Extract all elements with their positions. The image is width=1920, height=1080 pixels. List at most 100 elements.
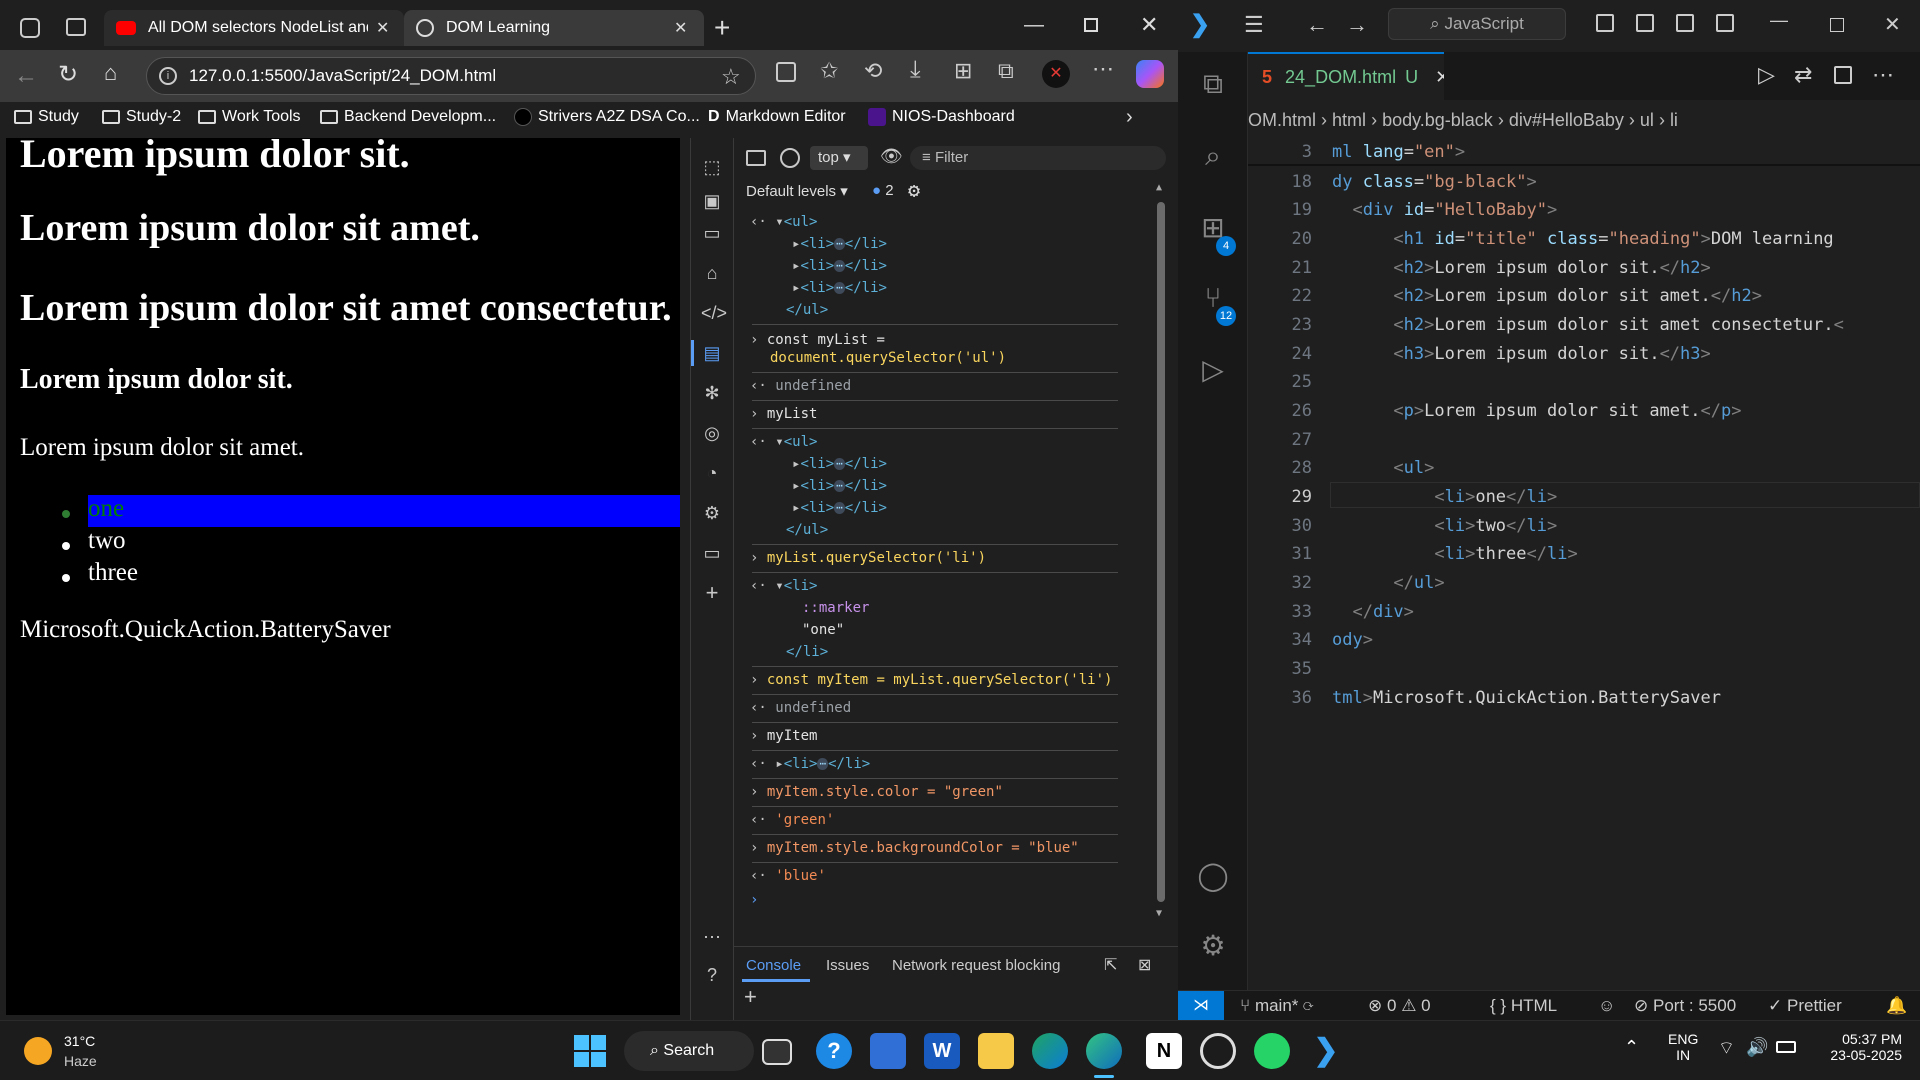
- word-icon[interactable]: W: [924, 1033, 960, 1069]
- new-tab-button[interactable]: +: [714, 12, 730, 44]
- filter-input[interactable]: ≡ Filter: [910, 146, 1166, 170]
- console-input[interactable]: › myList.querySelector('li'): [750, 550, 1134, 566]
- help-app-icon[interactable]: ?: [816, 1033, 852, 1069]
- console-output[interactable]: </ul>: [786, 522, 1170, 538]
- console-output[interactable]: "one": [802, 622, 1186, 638]
- code-line[interactable]: <h2>Lorem ipsum dolor sit amet consectet…: [1332, 315, 1843, 335]
- close-icon[interactable]: ✕: [674, 18, 687, 38]
- bookmark-study[interactable]: Study: [14, 108, 79, 126]
- application-icon[interactable]: ▭: [701, 542, 723, 564]
- tab-console[interactable]: Console: [746, 957, 801, 974]
- console-output[interactable]: ‹· ▾<ul>: [734, 434, 1118, 450]
- command-center[interactable]: ⌕ JavaScript: [1388, 8, 1566, 40]
- console-output[interactable]: ‹· undefined: [750, 700, 1134, 716]
- maximize-button[interactable]: [1084, 18, 1098, 32]
- breadcrumb-item[interactable]: li: [1670, 110, 1678, 130]
- profile-icon[interactable]: ✕: [1042, 60, 1070, 88]
- performance-icon[interactable]: ◔: [701, 462, 723, 484]
- downloads-icon[interactable]: ⤓: [910, 56, 921, 84]
- search-box[interactable]: ⌕ Search: [624, 1031, 754, 1071]
- clear-console-icon[interactable]: [780, 148, 800, 168]
- scroll-up-icon[interactable]: ▲: [1156, 182, 1162, 193]
- close-window-button[interactable]: ✕: [1140, 12, 1158, 38]
- maximize-button[interactable]: [1830, 18, 1844, 32]
- language-mode[interactable]: { } HTML: [1490, 996, 1557, 1016]
- manage-gear-icon[interactable]: ⚙: [1195, 928, 1231, 964]
- info-icon[interactable]: i: [159, 67, 177, 85]
- volume-icon[interactable]: 🔊: [1746, 1037, 1768, 1058]
- bookmark-work-tools[interactable]: Work Tools: [198, 108, 301, 126]
- explorer-icon[interactable]: ⧉: [1195, 66, 1231, 102]
- code-line[interactable]: <p>Lorem ipsum dolor sit amet.</p>: [1332, 401, 1741, 421]
- code-line[interactable]: <li>two</li>: [1332, 516, 1557, 536]
- console-icon[interactable]: ▤: [701, 342, 723, 364]
- copilot-icon[interactable]: [1136, 60, 1164, 88]
- split-editor-icon[interactable]: [1834, 66, 1852, 84]
- console-output[interactable]: ▸<li> ⋯ </li>: [792, 500, 1176, 516]
- console-input[interactable]: › myItem.style.backgroundColor = "blue": [750, 840, 1134, 856]
- code-line[interactable]: <ul>: [1332, 458, 1434, 478]
- code-line[interactable]: <h2>Lorem ipsum dolor sit.</h2>: [1332, 258, 1710, 278]
- code-line[interactable]: dy class="bg-black">: [1332, 172, 1537, 192]
- bookmark-nios[interactable]: NIOS-Dashboard: [868, 108, 1015, 126]
- console-prompt[interactable]: ›: [750, 892, 1134, 908]
- wifi-icon[interactable]: ⌔: [1718, 1037, 1735, 1060]
- levels-dropdown[interactable]: Default levels ▾: [746, 182, 848, 200]
- screenshot-icon[interactable]: ⧉: [998, 58, 1014, 84]
- breadcrumb-item[interactable]: OM.html: [1248, 110, 1316, 130]
- battery-icon[interactable]: [1776, 1041, 1796, 1053]
- task-view-icon[interactable]: [762, 1039, 792, 1065]
- clock[interactable]: 05:37 PM 23-05-2025: [1812, 1031, 1902, 1063]
- history-icon[interactable]: ⟲: [864, 58, 882, 84]
- code-line[interactable]: </div>: [1332, 602, 1413, 622]
- tab-network-request-blocking[interactable]: Network request blocking: [892, 957, 1060, 974]
- help-icon[interactable]: ?: [701, 964, 723, 986]
- console-output[interactable]: </ul>: [786, 302, 1170, 318]
- whatsapp-icon[interactable]: [1254, 1033, 1290, 1069]
- toggle-sidebar-icon[interactable]: [1636, 14, 1654, 32]
- tab-actions-icon[interactable]: [66, 18, 86, 36]
- weather-widget[interactable]: 31°C Haze: [20, 1029, 140, 1073]
- console-input[interactable]: › myItem: [750, 728, 1134, 744]
- console-input[interactable]: › const myItem = myList.querySelector('l…: [750, 672, 1134, 688]
- menu-icon[interactable]: ☰: [1244, 12, 1264, 38]
- remote-indicator[interactable]: ⋊: [1178, 991, 1224, 1021]
- copilot-icon[interactable]: ☺: [1598, 996, 1615, 1016]
- bookmark-strivers[interactable]: Strivers A2Z DSA Co...: [514, 108, 700, 126]
- breadcrumb-item[interactable]: html: [1332, 110, 1366, 130]
- accounts-icon[interactable]: ◯: [1195, 858, 1231, 894]
- minimize-button[interactable]: —: [1770, 10, 1788, 31]
- more-tools-icon[interactable]: ⋯: [701, 926, 723, 948]
- split-screen-icon[interactable]: [776, 62, 796, 82]
- device-icon[interactable]: ▣: [701, 190, 723, 212]
- settings-icon[interactable]: ⚙: [701, 502, 723, 524]
- code-line[interactable]: ml lang="en">: [1332, 142, 1465, 162]
- search-icon[interactable]: ⌕: [1195, 138, 1231, 174]
- bell-icon[interactable]: 🔔: [1886, 996, 1907, 1016]
- forward-icon[interactable]: →: [1346, 12, 1368, 38]
- console-output[interactable]: ▸<li> ⋯ </li>: [792, 478, 1176, 494]
- home-icon[interactable]: ⌂: [701, 262, 723, 284]
- network-icon[interactable]: ◎: [701, 422, 723, 444]
- bookmark-study-2[interactable]: Study-2: [102, 108, 181, 126]
- debug-icon[interactable]: ✻: [701, 382, 723, 404]
- problems-indicator[interactable]: ⊗ 0 ⚠ 0: [1368, 996, 1431, 1016]
- address-bar[interactable]: i 127.0.0.1:5500/JavaScript/24_DOM.html …: [146, 57, 756, 95]
- chatgpt-icon[interactable]: [1200, 1033, 1236, 1069]
- console-output[interactable]: ▸<li> ⋯ </li>: [792, 258, 1176, 274]
- minimize-button[interactable]: —: [1024, 14, 1044, 37]
- code-line[interactable]: ody>: [1332, 630, 1373, 650]
- console-settings-icon[interactable]: ⚙: [908, 178, 920, 202]
- scroll-down-icon[interactable]: ▼: [1156, 908, 1162, 919]
- code-line[interactable]: <h1 id="title" class="heading">DOM learn…: [1332, 229, 1833, 249]
- code-line[interactable]: <li>one</li>: [1332, 487, 1557, 507]
- add-drawer-tab-icon[interactable]: +: [744, 984, 757, 1010]
- code-line[interactable]: tml>Microsoft.QuickAction.BatterySaver: [1332, 688, 1721, 708]
- scroll-thumb[interactable]: [1157, 202, 1165, 902]
- console-input[interactable]: › myItem.style.color = "green": [750, 784, 1134, 800]
- console-output[interactable]: ▸<li> ⋯ </li>: [792, 280, 1176, 296]
- start-button[interactable]: [574, 1035, 606, 1067]
- add-tool-icon[interactable]: +: [701, 582, 723, 604]
- layout-icon[interactable]: [1596, 14, 1614, 32]
- inspect-icon[interactable]: ⬚: [701, 156, 723, 178]
